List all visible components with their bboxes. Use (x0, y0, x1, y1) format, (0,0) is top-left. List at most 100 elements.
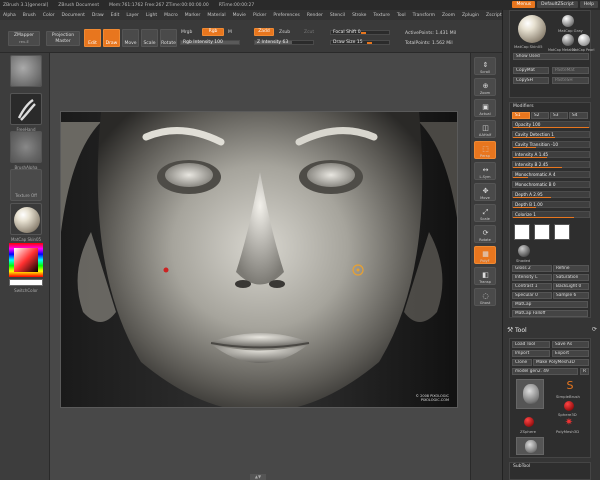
menu-brush[interactable]: Brush (23, 13, 36, 18)
rotate-button[interactable]: Rotate (160, 29, 177, 47)
draw-size-slider[interactable]: Draw Size 15 (330, 40, 390, 45)
scale-button[interactable]: Scale (141, 29, 158, 47)
rgb-intensity-slider[interactable]: Rgb Intensity 100 (180, 40, 240, 45)
z-intensity-slider[interactable]: Z Intensity 63 (254, 40, 314, 45)
shelf-aahalf-button[interactable]: ◫ AAHalf (474, 120, 496, 138)
shelf-move-button[interactable]: ✥ Move (474, 183, 496, 201)
zsphere-icon[interactable] (524, 417, 534, 427)
projection-master-button[interactable]: Projection Master (46, 31, 80, 46)
modifier-slider[interactable]: Cavity Transition -10 (512, 141, 590, 148)
r-button[interactable]: R (580, 368, 589, 375)
matcap-button[interactable]: MatCap (512, 301, 588, 308)
copy-mat-button[interactable]: CopyMat (513, 67, 549, 74)
make-polymesh-button[interactable]: Make PolyMesh3D (533, 359, 589, 366)
modifier-slider[interactable]: Colorize 1 (512, 211, 590, 218)
alpha-thumbnail[interactable] (10, 131, 42, 163)
paste-mat-button[interactable]: PasteMat (552, 67, 589, 74)
modifier-slider[interactable]: Depth B 1.00 (512, 201, 590, 208)
menu-movie[interactable]: Movie (233, 13, 246, 18)
menu-light[interactable]: Light (146, 13, 157, 18)
menu-alpha[interactable]: Alpha (3, 13, 16, 18)
modifier-slider[interactable]: Intensity B 2.45 (512, 161, 590, 168)
zmapper-button[interactable]: ZMapper rev-E (8, 31, 40, 46)
export-button[interactable]: Export (552, 350, 589, 357)
sphere3d-icon[interactable] (564, 401, 574, 411)
shelf-transp-button[interactable]: ◧ Transp (474, 267, 496, 285)
s3-button[interactable]: S3 (550, 112, 568, 119)
shelf-polyf-button[interactable]: ▦ PolyF (474, 246, 496, 264)
menu-stencil[interactable]: Stencil (330, 13, 345, 18)
menu-stroke[interactable]: Stroke (352, 13, 366, 18)
modifier-slider[interactable]: Monochromatic A 4 (512, 171, 590, 178)
tool-thumb-small[interactable] (516, 437, 544, 455)
shelf-zoom-button[interactable]: ⊕ Zoom (474, 78, 496, 96)
subtool-panel[interactable]: SubTool (509, 462, 591, 480)
menu-picker[interactable]: Picker (253, 13, 266, 18)
material-preview-icon[interactable] (518, 15, 546, 43)
load-tool-button[interactable]: Load Tool (512, 341, 550, 348)
modifier-slider[interactable]: Opacity 100 (512, 121, 590, 128)
save-as-button[interactable]: Save As (552, 341, 589, 348)
menu-zplugin[interactable]: Zplugin (462, 13, 479, 18)
move-button[interactable]: Move (122, 29, 139, 47)
menu-zscript[interactable]: Zscript (486, 13, 502, 18)
tool-refresh-icon[interactable]: ⟳ (592, 326, 597, 333)
shelf-persp-button[interactable]: ⬚ Persp (474, 141, 496, 159)
shelf-scroll-button[interactable]: ⇕ Scroll (474, 57, 496, 75)
refine-button[interactable]: Refine (553, 265, 589, 272)
document-canvas[interactable]: © 2008 PIXOLOGIC PIXOLOGIC.COM (60, 111, 458, 408)
gloss-slider[interactable]: Gloss 2 (512, 265, 552, 272)
import-button[interactable]: Import (512, 350, 550, 357)
menu-document[interactable]: Document (62, 13, 85, 18)
swatch-1[interactable] (514, 224, 530, 240)
menu-color[interactable]: Color (43, 13, 55, 18)
menu-render[interactable]: Render (307, 13, 323, 18)
menu-layer[interactable]: Layer (126, 13, 139, 18)
tool-name-field[interactable]: model gen2. 49 (512, 368, 578, 375)
s2-button[interactable]: S2 (531, 112, 549, 119)
matcap-pearl-icon[interactable] (578, 34, 590, 46)
help-button[interactable]: Help (579, 1, 598, 8)
rgb-toggle[interactable]: Rgb (202, 28, 224, 36)
clone-button[interactable]: Clone (512, 359, 532, 366)
menu-transform[interactable]: Transform (413, 13, 435, 18)
polymesh3d-icon[interactable]: ✷ (564, 418, 574, 428)
menu-preferences[interactable]: Preferences (273, 13, 299, 18)
stroke-thumbnail[interactable] (10, 93, 42, 125)
saturation-slider[interactable]: Saturation (553, 274, 589, 281)
matcap-metal-icon[interactable] (562, 34, 574, 46)
m-toggle[interactable]: M (228, 30, 232, 35)
edit-button[interactable]: Edit (84, 29, 101, 47)
contrast-slider[interactable]: Contrast 1 (512, 283, 552, 290)
brush-thumbnail[interactable] (10, 55, 42, 87)
menu-macro[interactable]: Macro (164, 13, 178, 18)
color-picker[interactable] (9, 243, 43, 277)
menu-marker[interactable]: Marker (185, 13, 201, 18)
tool-header[interactable]: ⚒ Tool ⟳ (505, 326, 599, 336)
s4-button[interactable]: S4 (569, 112, 588, 119)
menu-zoom[interactable]: Zoom (442, 13, 455, 18)
shelf-rotate-button[interactable]: ⟳ Rotate (474, 225, 496, 243)
shelf-lsym-button[interactable]: ↔ L.Sym (474, 162, 496, 180)
modifier-slider[interactable]: Monochromatic B 0 (512, 181, 590, 188)
modifier-slider[interactable]: Depth A 2.95 (512, 191, 590, 198)
main-color-swatch[interactable] (9, 279, 43, 286)
intensity-l-slider[interactable]: Intensity L (512, 274, 552, 281)
shelf-actual-button[interactable]: ▣ Actual (474, 99, 496, 117)
copy-sh-button[interactable]: CopySH (513, 77, 549, 84)
menu-tool[interactable]: Tool (397, 13, 406, 18)
menu-material[interactable]: Material (207, 13, 225, 18)
shelf-scale-button[interactable]: ⤢ Scale (474, 204, 496, 222)
zsub-toggle[interactable]: Zsub (279, 30, 290, 35)
s1-button[interactable]: S1 (512, 112, 530, 119)
menu-draw[interactable]: Draw (92, 13, 104, 18)
shelf-ghost-button[interactable]: ◌ Ghost (474, 288, 496, 306)
backlight-slider[interactable]: BackLight 0 (553, 283, 589, 290)
default-zscript-button[interactable]: DefaultZScript (537, 1, 578, 8)
draw-button[interactable]: Draw (103, 29, 120, 47)
menu-texture[interactable]: Texture (373, 13, 389, 18)
swatch-2[interactable] (534, 224, 550, 240)
menu-edit[interactable]: Edit (111, 13, 120, 18)
show-used-button[interactable]: Show Used (513, 53, 589, 60)
paste-sh-button[interactable]: PasteSH (552, 77, 589, 84)
